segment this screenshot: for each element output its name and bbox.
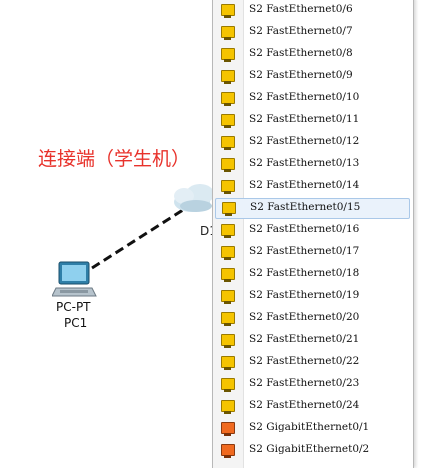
menu-item-port[interactable]: S2 GigabitEthernet0/2 [213,440,413,461]
menu-item-label: S2 FastEthernet0/13 [249,157,360,169]
menu-item-port[interactable]: S2 FastEthernet0/13 [213,154,413,175]
menu-item-port[interactable]: S2 FastEthernet0/14 [213,176,413,197]
menu-item-port[interactable]: S2 FastEthernet0/22 [213,352,413,373]
fastethernet-port-icon [221,268,235,282]
fastethernet-port-icon [221,70,235,84]
menu-item-port[interactable]: S2 FastEthernet0/23 [213,374,413,395]
fastethernet-port-icon [221,136,235,150]
annotation-label: 连接端（学生机） [38,148,191,170]
gigabitethernet-port-icon [221,444,235,458]
port-selection-menu[interactable]: S2 FastEthernet0/6 S2 FastEthernet0/7 S2 F… [212,0,414,468]
fastethernet-port-icon [221,224,235,238]
menu-item-label: S2 FastEthernet0/23 [249,377,360,389]
menu-item-label: S2 FastEthernet0/18 [249,267,360,279]
menu-item-port[interactable]: S2 FastEthernet0/9 [213,66,413,87]
menu-item-label: S2 FastEthernet0/16 [249,223,360,235]
fastethernet-port-icon [221,114,235,128]
menu-item-port[interactable]: S2 FastEthernet0/7 [213,22,413,43]
menu-item-label: S2 FastEthernet0/22 [249,355,360,367]
gigabitethernet-port-icon [221,422,235,436]
menu-item-port[interactable]: S2 FastEthernet0/6 [213,0,413,21]
fastethernet-port-icon [221,48,235,62]
menu-item-label: S2 FastEthernet0/6 [249,3,353,15]
topology-canvas[interactable]: 连接端（学生机） D1 PC-PT PC1 S2 FastEthernet0/6… [0,0,428,468]
fastethernet-port-icon [221,4,235,18]
pc-name-label: PC1 [64,316,88,330]
pc-computer-icon[interactable] [52,260,98,300]
menu-item-label: S2 FastEthernet0/14 [249,179,360,191]
fastethernet-port-icon [221,158,235,172]
menu-item-label: S2 GigabitEthernet0/1 [249,421,370,433]
menu-item-port[interactable]: S2 FastEthernet0/17 [213,242,413,263]
menu-item-label: S2 FastEthernet0/10 [249,91,360,103]
menu-item-label: S2 FastEthernet0/24 [249,399,360,411]
menu-item-port[interactable]: S2 FastEthernet0/16 [213,220,413,241]
menu-item-port[interactable]: S2 FastEthernet0/12 [213,132,413,153]
menu-item-label: S2 FastEthernet0/17 [249,245,360,257]
menu-item-port[interactable]: S2 FastEthernet0/19 [213,286,413,307]
menu-item-label: S2 FastEthernet0/8 [249,47,353,59]
menu-item-port[interactable]: S2 FastEthernet0/10 [213,88,413,109]
fastethernet-port-icon [221,246,235,260]
menu-item-port[interactable]: S2 FastEthernet0/15 [215,198,410,219]
menu-item-label: S2 FastEthernet0/7 [249,25,353,37]
menu-item-label: S2 FastEthernet0/12 [249,135,360,147]
fastethernet-port-icon [221,180,235,194]
pc-type-label: PC-PT [56,300,91,314]
menu-item-label: S2 FastEthernet0/19 [249,289,360,301]
menu-item-label: S2 FastEthernet0/21 [249,333,360,345]
menu-item-port[interactable]: S2 FastEthernet0/20 [213,308,413,329]
menu-item-label: S2 FastEthernet0/20 [249,311,360,323]
fastethernet-port-icon [221,378,235,392]
menu-item-port[interactable]: S2 FastEthernet0/21 [213,330,413,351]
fastethernet-port-icon [221,312,235,326]
fastethernet-port-icon [221,290,235,304]
menu-item-label: S2 FastEthernet0/15 [250,201,361,213]
fastethernet-port-icon [221,92,235,106]
menu-item-port[interactable]: S2 GigabitEthernet0/1 [213,418,413,439]
menu-item-label: S2 FastEthernet0/9 [249,69,353,81]
menu-item-label: S2 FastEthernet0/11 [249,113,360,125]
menu-item-port[interactable]: S2 FastEthernet0/24 [213,396,413,417]
fastethernet-port-icon [221,334,235,348]
fastethernet-port-icon [221,26,235,40]
menu-item-port[interactable]: S2 FastEthernet0/18 [213,264,413,285]
fastethernet-port-icon [221,356,235,370]
menu-item-port[interactable]: S2 FastEthernet0/8 [213,44,413,65]
fastethernet-port-icon [221,400,235,414]
fastethernet-port-icon [222,202,236,216]
menu-item-port[interactable]: S2 FastEthernet0/11 [213,110,413,131]
menu-item-label: S2 GigabitEthernet0/2 [249,443,370,455]
